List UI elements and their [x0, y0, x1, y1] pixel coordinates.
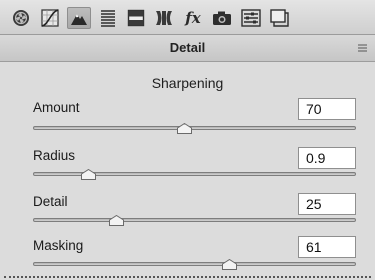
panel-toolbar: fx — [0, 0, 375, 35]
detail-panel: Sharpening Amount 70 Radius 0.9 Detail 2… — [0, 62, 375, 280]
detail-label: Detail — [33, 194, 68, 209]
radius-slider-thumb[interactable] — [81, 169, 97, 180]
masking-field[interactable]: 61 — [298, 236, 356, 258]
amount-label: Amount — [33, 100, 80, 115]
tool-presets[interactable] — [239, 7, 263, 29]
presets-icon — [241, 9, 261, 27]
tool-basic[interactable] — [9, 7, 33, 29]
effects-fx-icon: fx — [185, 9, 201, 27]
radius-label: Radius — [33, 148, 76, 163]
amount-slider-track[interactable] — [33, 126, 356, 130]
tool-camera-calibration[interactable] — [210, 7, 234, 29]
masking-slider-track[interactable] — [33, 262, 356, 266]
tool-snapshots[interactable] — [268, 7, 292, 29]
panel-title: Detail — [169, 40, 206, 55]
tool-effects[interactable]: fx — [181, 7, 205, 29]
sharpen-icon — [71, 14, 87, 25]
detail-field[interactable]: 25 — [298, 193, 356, 215]
tool-lens-corrections[interactable] — [152, 7, 176, 29]
hsl-icon — [101, 10, 115, 27]
tool-hsl[interactable] — [96, 7, 120, 29]
panel-menu-icon[interactable] — [358, 44, 367, 52]
tone-curve-icon — [41, 9, 59, 27]
aperture-icon — [13, 10, 29, 26]
detail-slider-track[interactable] — [33, 218, 356, 222]
masking-label: Masking — [33, 238, 84, 253]
amount-slider-thumb[interactable] — [177, 123, 193, 134]
tool-split-toning[interactable] — [124, 7, 148, 29]
lens-corrections-icon — [156, 11, 172, 25]
crop-divider — [4, 276, 371, 278]
split-toning-icon — [127, 9, 145, 27]
masking-slider-thumb[interactable] — [221, 259, 237, 270]
camera-calibration-icon — [213, 11, 231, 25]
detail-slider-thumb[interactable] — [109, 215, 125, 226]
tool-tone-curve[interactable] — [38, 7, 62, 29]
tool-detail[interactable] — [67, 7, 91, 29]
panel-header: Detail — [0, 35, 375, 62]
radius-field[interactable]: 0.9 — [298, 147, 356, 169]
section-title-sharpening: Sharpening — [151, 75, 224, 91]
amount-field[interactable]: 70 — [298, 98, 356, 120]
snapshots-icon — [270, 9, 289, 27]
